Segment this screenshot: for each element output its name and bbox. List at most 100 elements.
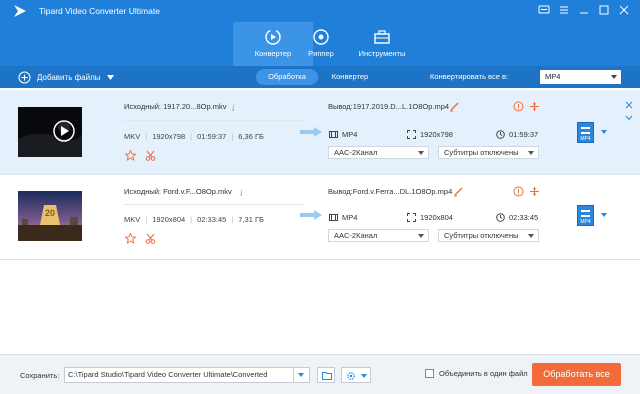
- chevron-down-icon: [418, 151, 424, 155]
- save-path-select[interactable]: C:\Tipard Studio\Tipard Video Converter …: [64, 367, 310, 383]
- file-row[interactable]: Исходный: 1917.20...8Op.mkv i MKV | 1920x…: [0, 90, 640, 174]
- svg-text:i: i: [232, 103, 235, 113]
- toolbox-icon: [374, 30, 390, 44]
- chevron-down-icon: [106, 74, 114, 80]
- tab-tools[interactable]: Инструменты: [342, 22, 422, 66]
- row-divider: [124, 204, 304, 205]
- chevron-down-icon: [361, 374, 367, 378]
- convert-all-button[interactable]: Обработать все: [532, 363, 621, 386]
- warning-info-icon[interactable]: [513, 101, 524, 112]
- audio-track-value: AAC-2Канал: [334, 231, 378, 240]
- tab-label: Инструменты: [358, 49, 406, 58]
- folder-icon: [322, 372, 332, 380]
- close-icon[interactable]: [617, 3, 631, 17]
- toolbar: Добавить файлы Обработка Конвертер Конве…: [0, 66, 640, 88]
- subtitle-select[interactable]: Субтитры отключены: [438, 146, 539, 159]
- settings-button[interactable]: [341, 367, 371, 383]
- chevron-down-icon[interactable]: [601, 130, 607, 134]
- open-folder-button[interactable]: [317, 367, 335, 383]
- convert-all-to-label: Конвертировать все в:: [430, 72, 509, 81]
- title-bar: Tipard Video Converter Ultimate Конверте…: [0, 0, 640, 66]
- app-title: Tipard Video Converter Ultimate: [39, 6, 160, 16]
- output-format-badge[interactable]: MP4: [577, 205, 594, 226]
- source-filename: Исходный: 1917.20...8Op.mkv: [124, 102, 227, 111]
- menu-icon[interactable]: [557, 3, 571, 17]
- clock-icon: [496, 213, 505, 222]
- subtab-converter[interactable]: Конвертер: [322, 69, 378, 85]
- warning-info-icon[interactable]: [513, 186, 524, 197]
- info-icon[interactable]: i: [237, 187, 248, 198]
- feedback-icon[interactable]: [537, 3, 551, 17]
- audio-track-value: AAC-2Канал: [334, 148, 378, 157]
- chevron-down-icon: [418, 234, 424, 238]
- output-format-label: MP4: [342, 213, 358, 222]
- film-icon: [329, 131, 338, 138]
- output-duration: 02:33:45: [496, 213, 538, 222]
- convert-icon: [265, 29, 281, 45]
- source-meta: MKV | 1920x804 | 02:33:45 | 7,31 ГБ: [124, 215, 264, 224]
- add-files-button[interactable]: Добавить файлы: [18, 69, 114, 85]
- source-format: MKV: [124, 132, 141, 141]
- source-duration: 01:59:37: [197, 132, 227, 141]
- convert-all-format-select[interactable]: MP4: [540, 70, 621, 84]
- output-format-label: MP4: [342, 130, 358, 139]
- enhance-star-icon[interactable]: [125, 150, 136, 161]
- output-duration-label: 02:33:45: [509, 213, 539, 222]
- video-thumbnail[interactable]: 20: [18, 191, 82, 241]
- chevron-down-icon: [611, 75, 617, 79]
- compress-icon[interactable]: [529, 101, 540, 112]
- video-thumbnail[interactable]: [18, 107, 82, 157]
- enhance-star-icon[interactable]: [125, 233, 136, 244]
- source-size: 7,31 ГБ: [238, 215, 264, 224]
- subtitle-select[interactable]: Субтитры отключены: [438, 229, 539, 242]
- format-file-icon: [581, 210, 590, 217]
- add-circle-icon: [18, 71, 31, 83]
- output-filename: Вывод:1917.2019.D...L.1O8Op.mp4: [328, 102, 450, 111]
- output-duration: 01:59:37: [496, 130, 538, 139]
- source-resolution: 1920x804: [152, 215, 186, 224]
- output-format-badge[interactable]: MP4: [577, 122, 594, 143]
- format-badge-label: MP4: [580, 136, 591, 142]
- subtitle-value: Субтитры отключены: [444, 231, 519, 240]
- edit-pencil-icon[interactable]: [449, 101, 460, 112]
- expand-chevron-icon[interactable]: [625, 115, 633, 121]
- output-format: MP4: [329, 130, 357, 139]
- format-file-icon: [581, 127, 590, 134]
- merge-label: Объединить в один файл: [439, 369, 528, 378]
- edit-pencil-icon[interactable]: [453, 186, 464, 197]
- chevron-down-icon[interactable]: [601, 213, 607, 217]
- svg-text:20: 20: [45, 208, 55, 218]
- gear-icon: [347, 372, 355, 380]
- save-label: Сохранить:: [20, 371, 60, 380]
- convert-all-format-value: MP4: [545, 72, 561, 81]
- file-row[interactable]: 20 Исходный: Ford.v.F...O8Op.mkv i MKV | …: [0, 175, 640, 259]
- audio-track-select[interactable]: AAC-2Канал: [328, 229, 429, 242]
- resolution-icon: [407, 130, 416, 139]
- merge-checkbox[interactable]: [425, 369, 434, 378]
- output-resolution-label: 1920x804: [420, 213, 453, 222]
- compress-icon[interactable]: [529, 186, 540, 197]
- minimize-icon[interactable]: [577, 3, 591, 17]
- info-icon[interactable]: i: [229, 102, 240, 113]
- scissors-icon[interactable]: [145, 233, 156, 244]
- chevron-down-icon: [528, 151, 534, 155]
- output-resolution: 1920x798: [407, 130, 453, 139]
- output-resolution: 1920x804: [407, 213, 453, 222]
- subtab-processing[interactable]: Обработка: [256, 69, 318, 85]
- scissors-icon[interactable]: [145, 150, 156, 161]
- maximize-icon[interactable]: [597, 3, 611, 17]
- merge-option[interactable]: Объединить в один файл: [425, 369, 528, 378]
- resolution-icon: [407, 213, 416, 222]
- remove-file-icon[interactable]: [625, 101, 633, 109]
- svg-text:i: i: [240, 188, 243, 198]
- convert-arrow-icon: [300, 127, 322, 137]
- row-separator: [0, 259, 640, 260]
- output-filename: Вывод:Ford.v.Ferra...DL.1O8Op.mp4: [328, 187, 453, 196]
- source-format: MKV: [124, 215, 141, 224]
- save-path-value: C:\Tipard Studio\Tipard Video Converter …: [68, 370, 268, 379]
- audio-track-select[interactable]: AAC-2Канал: [328, 146, 429, 159]
- disc-icon: [313, 29, 329, 45]
- output-resolution-label: 1920x798: [420, 130, 453, 139]
- source-size: 6,36 ГБ: [238, 132, 264, 141]
- add-files-label: Добавить файлы: [37, 72, 101, 82]
